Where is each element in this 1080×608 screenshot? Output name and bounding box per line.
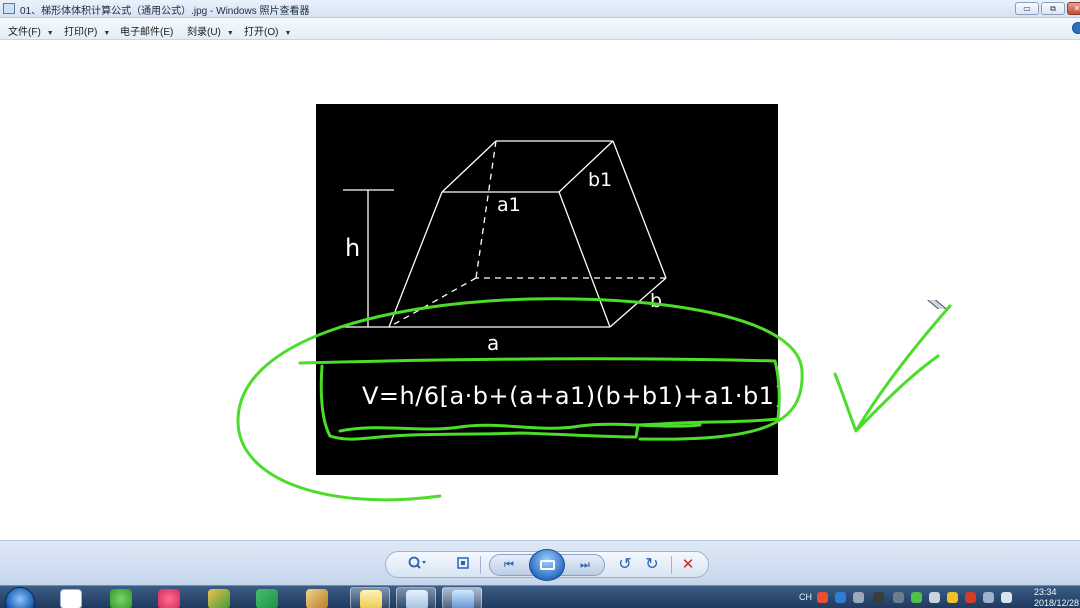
chevron-down-icon: ▼	[46, 30, 54, 37]
menu-open-label: 打开(O)	[244, 27, 279, 38]
baidu-netdisk-icon[interactable]	[60, 589, 82, 608]
menu-open[interactable]: 打开(O) ▼	[244, 23, 291, 38]
start-button[interactable]	[5, 587, 35, 608]
restore-button[interactable]: ⧉	[1041, 2, 1065, 15]
video-player-icon[interactable]	[256, 589, 278, 608]
menu-file-label: 文件(F)	[8, 27, 41, 38]
frustum-diagram	[343, 140, 667, 328]
browser-icon[interactable]	[110, 589, 132, 608]
wechat-tray-icon[interactable]	[911, 592, 922, 603]
taskbar: CH 23:34 2018/12/28	[0, 585, 1080, 608]
menu-print-label: 打印(P)	[64, 27, 98, 38]
bottom-edge-left-hidden	[388, 277, 477, 328]
magnifier-icon	[408, 556, 426, 569]
slideshow-icon	[540, 560, 555, 570]
lateral-edge-front-left	[388, 191, 443, 328]
minimize-button[interactable]: ▭	[1015, 2, 1039, 15]
label-h: h	[345, 234, 361, 262]
label-b: b	[650, 290, 663, 312]
menu-burn[interactable]: 刻录(U) ▼	[187, 23, 234, 38]
settings-tray-icon[interactable]	[853, 592, 864, 603]
network-tray-icon[interactable]	[983, 592, 994, 603]
checkmark-stroke-annotation	[856, 354, 940, 431]
separator	[671, 556, 672, 574]
title-bar: 01、梯形体体积计算公式（通用公式）.jpg - Windows 照片查看器 ▭…	[0, 0, 1080, 18]
rotate-counterclockwise-button[interactable]: ↺	[615, 555, 635, 575]
media-player-icon[interactable]	[158, 589, 180, 608]
image-viewer-area: b1 a1 h b a V=h/6[a·b+(a+a1)(b+b1)+a1·b1…	[0, 41, 1080, 540]
photo-viewer-icon	[452, 590, 474, 608]
pen-tray-icon[interactable]	[873, 592, 884, 603]
menu-burn-label: 刻录(U)	[187, 27, 221, 38]
help-tray-icon[interactable]	[835, 592, 846, 603]
document-icon	[406, 590, 428, 608]
chevron-down-icon: ▼	[103, 30, 111, 37]
volume-tray-icon[interactable]	[929, 592, 940, 603]
notes-icon	[360, 590, 382, 608]
keyboard-tray-icon[interactable]	[893, 592, 904, 603]
help-icon[interactable]	[1072, 22, 1080, 34]
volume-formula: V=h/6[a·b+(a+a1)(b+b1)+a1·b1]	[362, 382, 785, 410]
menu-bar: 文件(F) ▼ 打印(P) ▼ 电子邮件(E) 刻录(U) ▼ 打开(O) ▼	[0, 18, 1080, 40]
fit-window-icon	[457, 557, 469, 569]
lateral-edge-back-left-hidden	[475, 140, 497, 279]
window-title: 01、梯形体体积计算公式（通用公式）.jpg - Windows 照片查看器	[20, 6, 310, 17]
label-a: a	[487, 331, 500, 355]
clock[interactable]: 23:34 2018/12/28	[1034, 587, 1079, 608]
chevron-down-icon: ▼	[284, 30, 292, 37]
language-indicator[interactable]: CH	[799, 592, 812, 602]
viewer-toolbar: ⏮ ⏭ ↺ ↻ ✕	[0, 540, 1080, 585]
checkmark-annotation	[833, 304, 952, 433]
delete-button[interactable]: ✕	[678, 555, 698, 575]
label-b1: b1	[588, 169, 613, 191]
slideshow-button[interactable]	[529, 549, 565, 581]
chevron-down-icon: ▼	[226, 30, 234, 37]
menu-email-label: 电子邮件(E)	[120, 27, 174, 38]
lateral-edge-back-right	[612, 140, 667, 279]
lateral-edge-front-right	[558, 191, 611, 328]
next-button[interactable]: ⏭	[574, 555, 596, 575]
close-button[interactable]: ✕	[1067, 2, 1080, 15]
zoom-button[interactable]	[405, 555, 429, 575]
menu-email[interactable]: 电子邮件(E)	[120, 23, 173, 38]
tools-icon[interactable]	[306, 589, 328, 608]
top-edge-left	[441, 140, 497, 193]
separator	[480, 556, 481, 574]
menu-file[interactable]: 文件(F) ▼	[8, 23, 54, 38]
taskbar-button-photo-viewer[interactable]	[442, 587, 482, 608]
photo-viewer-app-icon	[3, 3, 15, 14]
taskbar-button-document[interactable]	[396, 587, 436, 608]
signal-tray-icon[interactable]	[1001, 592, 1012, 603]
security-tray-icon[interactable]	[947, 592, 958, 603]
qq-tray-icon[interactable]	[965, 592, 976, 603]
pen-cursor-icon	[926, 300, 947, 309]
previous-button[interactable]: ⏮	[498, 555, 520, 575]
rotate-clockwise-button[interactable]: ↻	[642, 555, 662, 575]
input-method-icon[interactable]	[817, 592, 828, 603]
displayed-image: b1 a1 h b a V=h/6[a·b+(a+a1)(b+b1)+a1·b1…	[316, 104, 784, 475]
app-icon[interactable]	[208, 589, 230, 608]
clock-time: 23:34	[1034, 587, 1057, 597]
clock-date: 2018/12/28	[1034, 598, 1080, 608]
taskbar-button-notes[interactable]	[350, 587, 390, 608]
menu-print[interactable]: 打印(P) ▼	[64, 23, 110, 38]
fit-window-button[interactable]	[453, 555, 473, 575]
label-a1: a1	[497, 194, 521, 216]
